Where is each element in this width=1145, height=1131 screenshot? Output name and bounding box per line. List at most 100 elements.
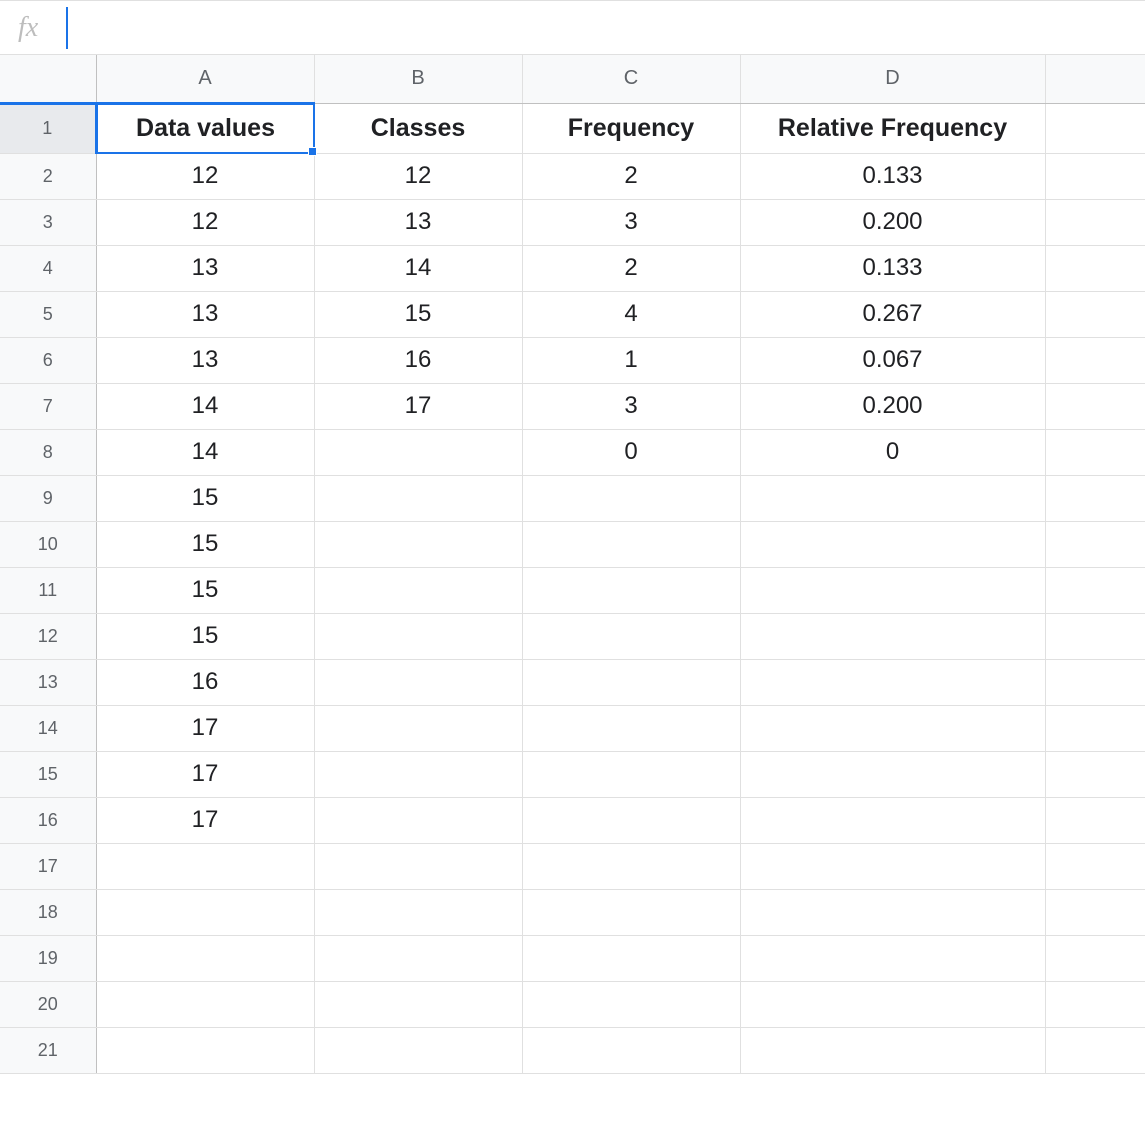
cell-E16[interactable] [1045,797,1145,843]
cell-A19[interactable] [96,935,314,981]
formula-input[interactable] [66,7,1145,49]
cell-D10[interactable] [740,521,1045,567]
cell-A20[interactable] [96,981,314,1027]
cell-A5[interactable]: 13 [96,291,314,337]
cell-C16[interactable] [522,797,740,843]
cell-C12[interactable] [522,613,740,659]
cell-C8[interactable]: 0 [522,429,740,475]
cell-A21[interactable] [96,1027,314,1073]
cell-A8[interactable]: 14 [96,429,314,475]
cell-C1[interactable]: Frequency [522,103,740,153]
cell-B3[interactable]: 13 [314,199,522,245]
cell-E19[interactable] [1045,935,1145,981]
cell-E5[interactable] [1045,291,1145,337]
cell-E17[interactable] [1045,843,1145,889]
cell-D19[interactable] [740,935,1045,981]
cell-B11[interactable] [314,567,522,613]
cell-C15[interactable] [522,751,740,797]
cell-D21[interactable] [740,1027,1045,1073]
cell-C2[interactable]: 2 [522,153,740,199]
cell-D3[interactable]: 0.200 [740,199,1045,245]
cell-D8[interactable]: 0 [740,429,1045,475]
row-header-17[interactable]: 17 [0,843,96,889]
cell-D4[interactable]: 0.133 [740,245,1045,291]
cell-E13[interactable] [1045,659,1145,705]
cell-C3[interactable]: 3 [522,199,740,245]
row-header-8[interactable]: 8 [0,429,96,475]
cell-A13[interactable]: 16 [96,659,314,705]
row-header-5[interactable]: 5 [0,291,96,337]
cell-E12[interactable] [1045,613,1145,659]
cell-B7[interactable]: 17 [314,383,522,429]
cell-D15[interactable] [740,751,1045,797]
cell-B15[interactable] [314,751,522,797]
cell-B10[interactable] [314,521,522,567]
cell-B9[interactable] [314,475,522,521]
row-header-9[interactable]: 9 [0,475,96,521]
cell-D20[interactable] [740,981,1045,1027]
row-header-13[interactable]: 13 [0,659,96,705]
row-header-10[interactable]: 10 [0,521,96,567]
cell-C10[interactable] [522,521,740,567]
cell-A17[interactable] [96,843,314,889]
cell-C20[interactable] [522,981,740,1027]
cell-C21[interactable] [522,1027,740,1073]
cell-B20[interactable] [314,981,522,1027]
cell-B14[interactable] [314,705,522,751]
cell-D9[interactable] [740,475,1045,521]
row-header-3[interactable]: 3 [0,199,96,245]
cell-A15[interactable]: 17 [96,751,314,797]
row-header-12[interactable]: 12 [0,613,96,659]
cell-D2[interactable]: 0.133 [740,153,1045,199]
cell-A12[interactable]: 15 [96,613,314,659]
row-header-19[interactable]: 19 [0,935,96,981]
cell-C19[interactable] [522,935,740,981]
row-header-11[interactable]: 11 [0,567,96,613]
row-header-6[interactable]: 6 [0,337,96,383]
cell-B4[interactable]: 14 [314,245,522,291]
cell-D1[interactable]: Relative Frequency [740,103,1045,153]
cell-A14[interactable]: 17 [96,705,314,751]
row-header-21[interactable]: 21 [0,1027,96,1073]
cell-A2[interactable]: 12 [96,153,314,199]
cell-D12[interactable] [740,613,1045,659]
cell-D16[interactable] [740,797,1045,843]
cell-B21[interactable] [314,1027,522,1073]
row-header-1[interactable]: 1 [0,103,96,153]
row-header-2[interactable]: 2 [0,153,96,199]
cell-E6[interactable] [1045,337,1145,383]
cell-D7[interactable]: 0.200 [740,383,1045,429]
cell-A4[interactable]: 13 [96,245,314,291]
row-header-14[interactable]: 14 [0,705,96,751]
column-header-D[interactable]: D [740,55,1045,103]
cell-A7[interactable]: 14 [96,383,314,429]
cell-C11[interactable] [522,567,740,613]
cell-B6[interactable]: 16 [314,337,522,383]
row-header-7[interactable]: 7 [0,383,96,429]
cell-B19[interactable] [314,935,522,981]
cell-A10[interactable]: 15 [96,521,314,567]
cell-D11[interactable] [740,567,1045,613]
cell-B17[interactable] [314,843,522,889]
cell-C17[interactable] [522,843,740,889]
row-header-15[interactable]: 15 [0,751,96,797]
cell-D6[interactable]: 0.067 [740,337,1045,383]
cell-E18[interactable] [1045,889,1145,935]
column-header-C[interactable]: C [522,55,740,103]
cell-E7[interactable] [1045,383,1145,429]
select-all-corner[interactable] [0,55,96,103]
row-header-20[interactable]: 20 [0,981,96,1027]
cell-D18[interactable] [740,889,1045,935]
cell-E9[interactable] [1045,475,1145,521]
cell-A9[interactable]: 15 [96,475,314,521]
cell-D13[interactable] [740,659,1045,705]
cell-B13[interactable] [314,659,522,705]
cell-B1[interactable]: Classes [314,103,522,153]
row-header-16[interactable]: 16 [0,797,96,843]
cell-B5[interactable]: 15 [314,291,522,337]
cell-E21[interactable] [1045,1027,1145,1073]
column-header-next[interactable] [1045,55,1145,103]
cell-C5[interactable]: 4 [522,291,740,337]
cell-B12[interactable] [314,613,522,659]
cell-B2[interactable]: 12 [314,153,522,199]
